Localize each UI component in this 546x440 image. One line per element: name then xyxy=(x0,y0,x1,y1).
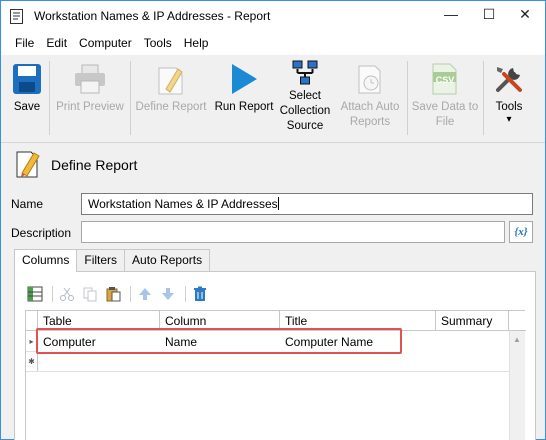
grid-toolbar-separator xyxy=(130,286,131,302)
print-preview-button[interactable]: Print Preview xyxy=(53,59,127,139)
insert-variable-button[interactable]: {x} xyxy=(509,221,533,243)
select-collection-source-label-3: Source xyxy=(286,120,324,132)
columns-tab-panel: Table Column Title Summary ▸ Computer Na… xyxy=(14,271,536,440)
grid-toolbar-separator xyxy=(185,286,186,302)
section-title: Define Report xyxy=(51,157,138,173)
title-bar: Workstation Names & IP Addresses - Repor… xyxy=(1,1,545,31)
name-label: Name xyxy=(11,197,44,211)
define-report-button[interactable]: Define Report xyxy=(133,59,209,139)
menu-edit[interactable]: Edit xyxy=(40,31,73,55)
menu-bar: File Edit Computer Tools Help xyxy=(1,31,545,55)
save-button[interactable]: Save xyxy=(7,59,47,139)
name-input-value: Workstation Names & IP Addresses xyxy=(88,197,278,211)
tools-dropdown-icon: ▾ xyxy=(506,114,512,125)
define-report-header-icon xyxy=(15,149,41,182)
description-input[interactable] xyxy=(81,221,505,243)
tab-auto-reports[interactable]: Auto Reports xyxy=(124,249,211,271)
column-header-summary[interactable]: Summary xyxy=(436,311,509,331)
copy-icon[interactable] xyxy=(80,284,100,304)
close-icon: ✕ xyxy=(519,5,531,22)
grid-vertical-scrollbar[interactable]: ▲ xyxy=(509,331,525,440)
report-window: Workstation Names & IP Addresses - Repor… xyxy=(0,0,546,440)
alarm-clock-icon xyxy=(352,61,388,97)
menu-tools[interactable]: Tools xyxy=(138,31,178,55)
print-preview-label: Print Preview xyxy=(56,101,124,113)
maximize-button[interactable]: ☐ xyxy=(471,1,507,27)
window-title: Workstation Names & IP Addresses - Repor… xyxy=(34,9,271,23)
save-data-to-file-label-2: File xyxy=(435,116,455,128)
run-report-label: Run Report xyxy=(214,101,274,113)
attach-auto-reports-button[interactable]: Attach Auto Reports xyxy=(335,59,405,139)
save-data-to-file-label-1: Save Data to xyxy=(411,101,479,113)
variable-icon: {x} xyxy=(514,226,528,238)
minimize-icon: — xyxy=(444,6,458,22)
save-data-to-file-button[interactable]: CSV Save Data to File xyxy=(409,59,481,139)
paste-icon[interactable] xyxy=(103,284,123,304)
select-collection-source-label-1: Select xyxy=(289,90,321,102)
define-report-header: Define Report xyxy=(15,149,137,181)
highlight-annotation xyxy=(36,328,402,354)
move-down-icon[interactable] xyxy=(158,284,178,304)
tools-label: Tools xyxy=(495,101,523,113)
cut-icon[interactable] xyxy=(57,284,77,304)
attach-auto-reports-label-1: Attach Auto xyxy=(340,101,400,113)
scroll-up-icon[interactable]: ▲ xyxy=(513,335,521,344)
add-column-icon[interactable] xyxy=(25,284,45,304)
name-input[interactable]: Workstation Names & IP Addresses xyxy=(81,193,533,215)
network-computers-icon xyxy=(287,59,323,89)
define-report-icon xyxy=(153,61,189,97)
new-row-marker: ✱ xyxy=(26,352,38,371)
tools-icon xyxy=(491,61,527,97)
ribbon-toolbar: Save Print Preview Define Report Run Rep… xyxy=(1,55,545,143)
select-collection-source-label-2: Collection xyxy=(279,105,331,117)
run-report-button[interactable]: Run Report xyxy=(213,59,275,139)
tools-button[interactable]: Tools ▾ xyxy=(487,59,531,139)
text-caret xyxy=(277,197,279,210)
tab-filters[interactable]: Filters xyxy=(76,249,126,271)
menu-help[interactable]: Help xyxy=(178,31,215,55)
new-row-cell[interactable] xyxy=(38,352,509,372)
tab-auto-reports-label: Auto Reports xyxy=(132,253,203,267)
toolbar-separator xyxy=(130,61,131,135)
csv-file-icon: CSV xyxy=(427,61,463,97)
printer-icon xyxy=(72,61,108,97)
toolbar-separator xyxy=(483,61,484,135)
cell-summary[interactable] xyxy=(436,332,509,352)
delete-icon[interactable] xyxy=(190,284,210,304)
toolbar-separator xyxy=(407,61,408,135)
define-report-label: Define Report xyxy=(135,101,207,113)
tab-filters-label: Filters xyxy=(84,253,118,267)
new-row[interactable]: ✱ xyxy=(26,352,509,372)
maximize-icon: ☐ xyxy=(482,5,496,22)
grid-toolbar xyxy=(25,284,213,304)
attach-auto-reports-label-2: Reports xyxy=(349,116,391,128)
save-icon xyxy=(9,61,45,97)
toolbar-separator xyxy=(49,61,50,135)
move-up-icon[interactable] xyxy=(135,284,155,304)
menu-file[interactable]: File xyxy=(9,31,40,55)
csv-badge-text: CSV xyxy=(435,74,455,85)
play-icon xyxy=(226,61,262,97)
menu-computer[interactable]: Computer xyxy=(73,31,138,55)
save-label: Save xyxy=(13,101,41,113)
report-tabs: Columns Filters Auto Reports xyxy=(14,249,211,272)
description-label: Description xyxy=(11,226,72,240)
select-collection-source-button[interactable]: Select Collection Source xyxy=(277,59,333,139)
close-button[interactable]: ✕ xyxy=(507,1,543,27)
tab-columns-label: Columns xyxy=(22,253,70,267)
minimize-button[interactable]: — xyxy=(433,1,469,27)
app-report-icon xyxy=(10,9,23,24)
tab-columns[interactable]: Columns xyxy=(14,249,78,272)
grid-toolbar-separator xyxy=(52,286,53,302)
